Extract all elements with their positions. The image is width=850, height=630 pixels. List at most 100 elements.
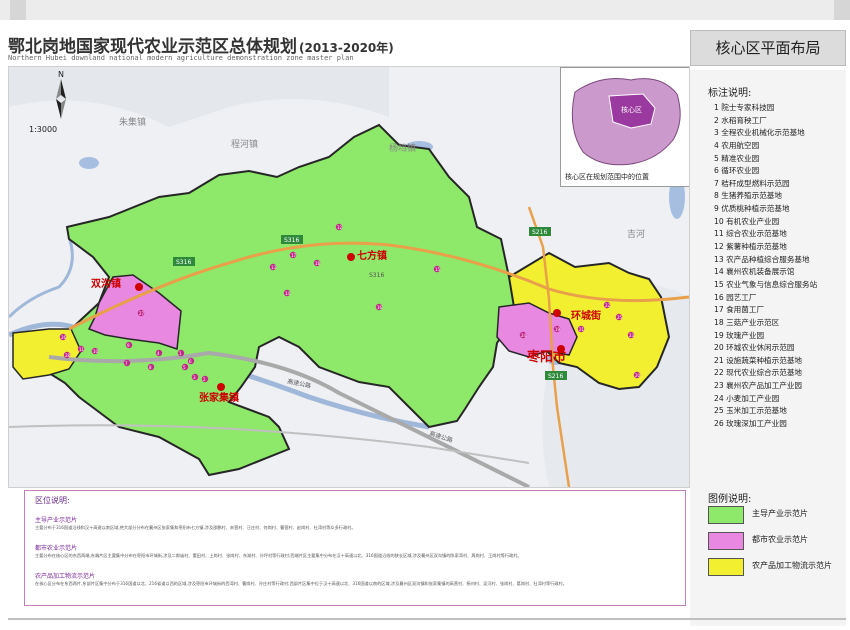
swatch-label: 主导产业示范片 [752,509,808,518]
legend-item: 23 襄州农产品加工产业园 [714,381,803,391]
label-qifang: 七方镇 [357,249,387,262]
label-shuanggou: 双沟镇 [91,277,121,290]
lake [79,157,99,169]
poi-number: 18 [315,261,321,266]
label-zhuji: 朱集镇 [119,116,146,128]
road-label-s316: S316 [176,259,191,266]
strip-tick [834,0,850,20]
description-section-title: 主导产业示范片 [35,517,78,524]
legend-item: 10 有机农业产业园 [714,216,780,226]
inset-caption: 核心区在规划范围中的位置 [565,173,649,181]
legend-item: 22 现代农业综合示范基地 [714,368,803,378]
legend-item: 3 全程农业机械化示范基地 [714,128,805,138]
strip-tick [10,0,26,20]
poi-number: 16 [377,305,383,310]
poi-number: 26 [61,335,67,340]
zone-description-box: 区位说明: 主导产业示范片 主要分布于316国道沿线和汉十高速以南区域,绝大部分… [24,490,686,606]
legend-item: 4 农用航空园 [714,140,760,150]
legend-item: 13 农产品种植综合服务基地 [714,254,810,264]
swatch-box [708,506,744,524]
poi-number: 12 [337,225,343,230]
legend-item: 24 小麦加工产业园 [714,393,780,403]
legend-item: 15 农业气象与信息综合服务站 [714,279,818,289]
town-marker [347,253,355,261]
town-marker [135,283,143,291]
poi-number: 11 [79,347,85,352]
inset-map[interactable]: 核心区 核心区在规划范围中的位置 [560,67,689,187]
swatch-box [708,532,744,550]
road-label-s216: S216 [532,229,547,236]
legend-item: 7 秸秆成型燃料示范园 [714,178,790,188]
legend-item: 2 水稻育秧工厂 [714,115,767,125]
river [9,236,74,319]
legend-item: 20 环城农业休闲示范园 [714,343,795,353]
description-section-title: 农产品加工物流示范片 [35,573,96,580]
legend-item: 19 玫瑰产业园 [714,330,765,340]
poi-number: 17 [291,253,297,258]
label-zaoyang: 枣阳市 [526,349,566,365]
legend-item: 9 优质桃种植示范基地 [714,204,790,214]
description-heading: 区位说明: [35,496,70,505]
legend-item: 1 院士专家科技园 [714,103,775,112]
road-label-s316: S316 [369,272,384,279]
legend-heading: 标注说明: [708,88,752,99]
map-area[interactable]: 双沟镇 七方镇 张家集镇 环城街 枣阳市 朱集镇 程河镇 杨垱镇 吉河 S316… [8,66,690,488]
poi-number: 20 [635,373,641,378]
legend-swatch-main: 主导产业示范片 [708,506,848,524]
legend-item: 5 精准农业园 [714,153,760,163]
legend-panel: 标注说明: 1 院士专家科技园 2 水稻育秧工厂 3 全程农业机械化示范基地 4 农用… [690,70,846,626]
poi-number: 23 [629,333,635,338]
legend-item: 25 玉米加工示范基地 [714,406,787,416]
poi-number: 27 [139,311,145,316]
poi-number: 14 [285,291,291,296]
legend-item: 8 生猪养殖示范基地 [714,191,782,201]
poi-number: 22 [605,303,611,308]
description-section-text: 主要分布于316国道沿线和汉十高速以南区域,绝大部分分布在襄州区张家集和枣阳市七… [35,525,356,530]
legend-item: 14 襄州农机装备展示馆 [714,267,795,277]
swatch-box [708,558,744,576]
inset-canvas: 核心区 [571,78,681,166]
town-marker [553,309,561,317]
poi-number: 21 [579,327,585,332]
title-years: (2013-2020年) [299,41,394,55]
legend-list: 1 院士专家科技园 2 水稻育秧工厂 3 全程农业机械化示范基地 4 农用航空园 5 精… [714,102,817,431]
label-huancheng: 环城街 [571,309,601,322]
description-section-text: 在核心区分布在东西两片,东部片区集中分布于316国道以北、216省道以西的区域,… [35,581,567,586]
figure-legend-heading: 图例说明: [708,494,752,505]
map-scale: 1:3000 [29,125,58,134]
poi-number: 19 [555,327,561,332]
swatch-label: 都市农业示范片 [752,535,808,544]
label-zhangjiaji: 张家集镇 [199,391,239,404]
description-section-text: 主要分布在核心区的东西两端,东端片区主要集中分布在枣阳市环城街,涉及二郎庙村、董… [35,553,522,558]
panel-title: 核心区平面布局 [690,30,846,66]
legend-item: 21 设施蔬菜种植示范基地 [714,355,803,365]
page-subtitle: Northern Hubei downland national modern … [8,54,354,62]
legend-swatch-urban: 都市农业示范片 [708,532,848,550]
legend-item: 18 三菇产业示范区 [714,317,780,327]
poi-number: 25 [617,315,623,320]
road-label-s316: S316 [284,237,299,244]
zone-main-industry[interactable] [17,123,519,477]
poi-number: 28 [65,353,71,358]
legend-item: 6 循环农业园 [714,166,760,176]
poi-number: 13 [271,265,277,270]
poi-number: 10 [93,349,99,354]
road-label-s216: S216 [548,373,563,380]
label-yangdang: 杨垱镇 [389,142,416,154]
description-section-title: 都市农业示范片 [35,545,78,552]
legend-item: 11 综合农业示范基地 [714,229,787,239]
legend-item: 12 紫薯种植示范基地 [714,242,787,252]
inset-label: 核心区 [621,105,642,114]
swatch-label: 农产品加工物流示范片 [752,561,832,570]
label-jiqiao: 吉河 [627,228,645,240]
terrain-shade [9,67,389,127]
label-chenghe: 程河镇 [231,138,258,150]
legend-swatch-processing: 农产品加工物流示范片 [708,558,848,576]
compass-letter: N [58,70,64,79]
poi-number: 15 [435,267,441,272]
legend-item: 16 园艺工厂 [714,292,757,302]
legend-item: 17 食用菌工厂 [714,305,765,315]
legend-item: 26 玫瑰深加工产业园 [714,419,787,429]
top-strip [0,0,850,20]
poi-number: 24 [521,333,527,338]
